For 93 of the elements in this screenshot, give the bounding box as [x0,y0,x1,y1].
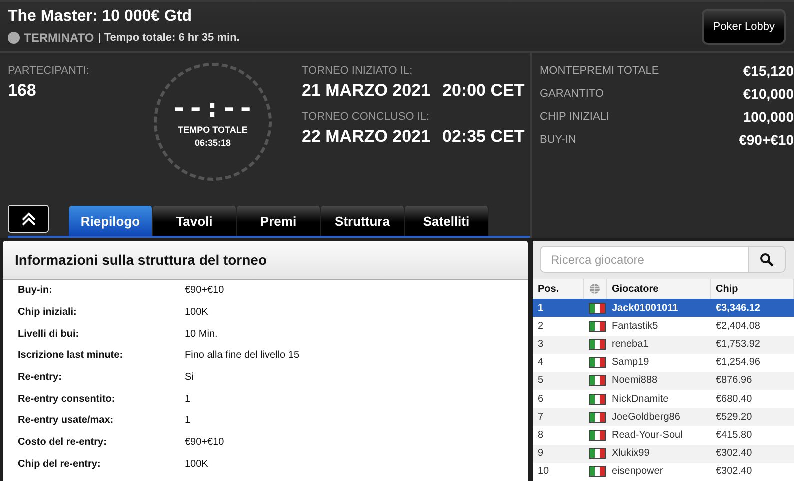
player-name[interactable]: eisenpower [607,462,711,481]
collapse-button[interactable] [8,205,49,233]
chip-amount: €876.96 [711,372,794,390]
field-value: Si [185,372,194,384]
field-label: Iscrizione last minute: [17,350,124,362]
stat-value: €15,120 [743,63,794,79]
clock-time: 06:35:18 [194,138,232,148]
flag-icon [589,448,606,460]
field-label: Costo del re-entry: [17,437,108,448]
flag-icon [589,412,606,423]
field-label: Livelli di bui: [17,328,80,340]
rank-cell[interactable]: 4 [533,354,584,372]
player-name[interactable]: Fantastik5 [607,317,711,336]
field-label: Re-entry: [17,372,63,384]
chip-amount: €1,753.92 [711,336,794,354]
field-label: Re-entry consentito: [17,394,116,405]
chip-amount: €2,404.08 [711,317,794,336]
player-name[interactable]: Jack01001011 [607,299,711,318]
stat-label: BUY-IN [540,134,576,146]
column-header[interactable]: Giocatore [607,279,711,300]
chip-amount: €529.20 [711,408,794,426]
clock-label: TEMPO TOTALE [178,125,248,135]
tab[interactable]: Premi [237,206,321,236]
total-time: | Tempo totale: 6 hr 35 min. [98,32,240,44]
field-value: Fino alla fine del livello 15 [185,350,300,362]
rank-cell[interactable]: 3 [533,336,584,354]
chip-amount: €302.40 [711,444,794,463]
field-value: 10 Min. [185,328,218,340]
player-name[interactable]: NickDnamite [607,390,711,408]
stat-value: 100,000 [743,109,794,125]
field-label: Chip del re-entry: [17,458,102,470]
tab[interactable]: Tavoli [153,206,237,236]
player-name[interactable]: JoeGoldberg86 [607,408,711,426]
player-name[interactable]: Noemi888 [607,372,711,390]
field-value: 1 [185,394,191,405]
chip-amount: €680.40 [711,390,794,408]
rank-cell[interactable]: 9 [533,444,584,463]
end-label: TORNEO CONCLUSO IL: [302,111,431,123]
field-value: 100K [185,458,208,470]
column-header[interactable]: Pos. [533,279,584,300]
flag-icon [589,339,606,350]
player-name[interactable]: Samp19 [607,354,711,372]
rank-cell[interactable]: 2 [533,317,584,336]
status-dot-icon [8,32,20,44]
field-value: €90+€10 [185,285,224,296]
poker-lobby-button[interactable]: Poker Lobby [702,8,786,44]
tab[interactable]: Struttura [321,206,405,236]
chip-amount: €3,346.12 [711,299,794,318]
search-icon [760,252,774,267]
player-name[interactable]: reneba1 [607,336,711,354]
chip-amount: €302.40 [711,462,794,481]
column-header[interactable] [584,279,607,300]
rank-cell[interactable]: 10 [533,462,584,481]
stat-label: GARANTITO [540,88,604,100]
player-name[interactable]: Read-Your-Soul [607,426,711,445]
panel-title: Informazioni sulla struttura del torneo [3,241,528,280]
column-header[interactable]: Chip [711,279,794,300]
chip-amount: €415.80 [711,426,794,445]
end-date: 22 MARZO 2021 [302,127,430,147]
field-label: Chip iniziali: [17,307,78,318]
field-value: 100K [185,307,208,318]
rank-cell[interactable]: 6 [533,390,584,408]
stat-value: €10,000 [743,86,794,102]
rank-cell[interactable]: 7 [533,408,584,426]
participants-count: 168 [8,81,38,101]
field-value: 1 [185,415,191,426]
search-field[interactable]: Ricerca giocatore [540,246,749,274]
flag-icon [589,302,606,314]
tab[interactable]: Riepilogo [69,206,153,236]
status-label: TERMINATO [24,31,94,45]
start-label: TORNEO INIZIATO IL: [302,65,414,77]
stat-label: MONTEPREMI TOTALE [540,65,660,77]
field-value: €90+€10 [185,437,224,448]
double-chevron-up-icon [20,212,36,226]
tab[interactable]: Satelliti [405,206,489,236]
rank-cell[interactable]: 8 [533,426,584,445]
globe-icon [589,283,601,296]
start-time: 20:00 CET [442,81,525,101]
stat-label: CHIP INIZIALI [540,111,610,123]
search-button[interactable] [749,246,786,274]
stat-value: €90+€10 [739,132,794,148]
flag-icon [589,375,606,386]
field-label: Re-entry usate/max: [17,415,115,426]
field-label: Buy-in: [17,285,54,296]
rank-cell[interactable]: 5 [533,372,584,390]
end-time: 02:35 CET [442,127,525,147]
player-name[interactable]: Xlukix99 [607,444,711,463]
rank-cell[interactable]: 1 [533,299,584,318]
start-date: 21 MARZO 2021 [302,81,430,101]
participants-label: PARTECIPANTI: [8,65,90,77]
tournament-title: The Master: 10 000€ Gtd [8,8,194,26]
chip-amount: €1,254.96 [711,354,794,372]
clock-display: --:-- [171,96,255,122]
